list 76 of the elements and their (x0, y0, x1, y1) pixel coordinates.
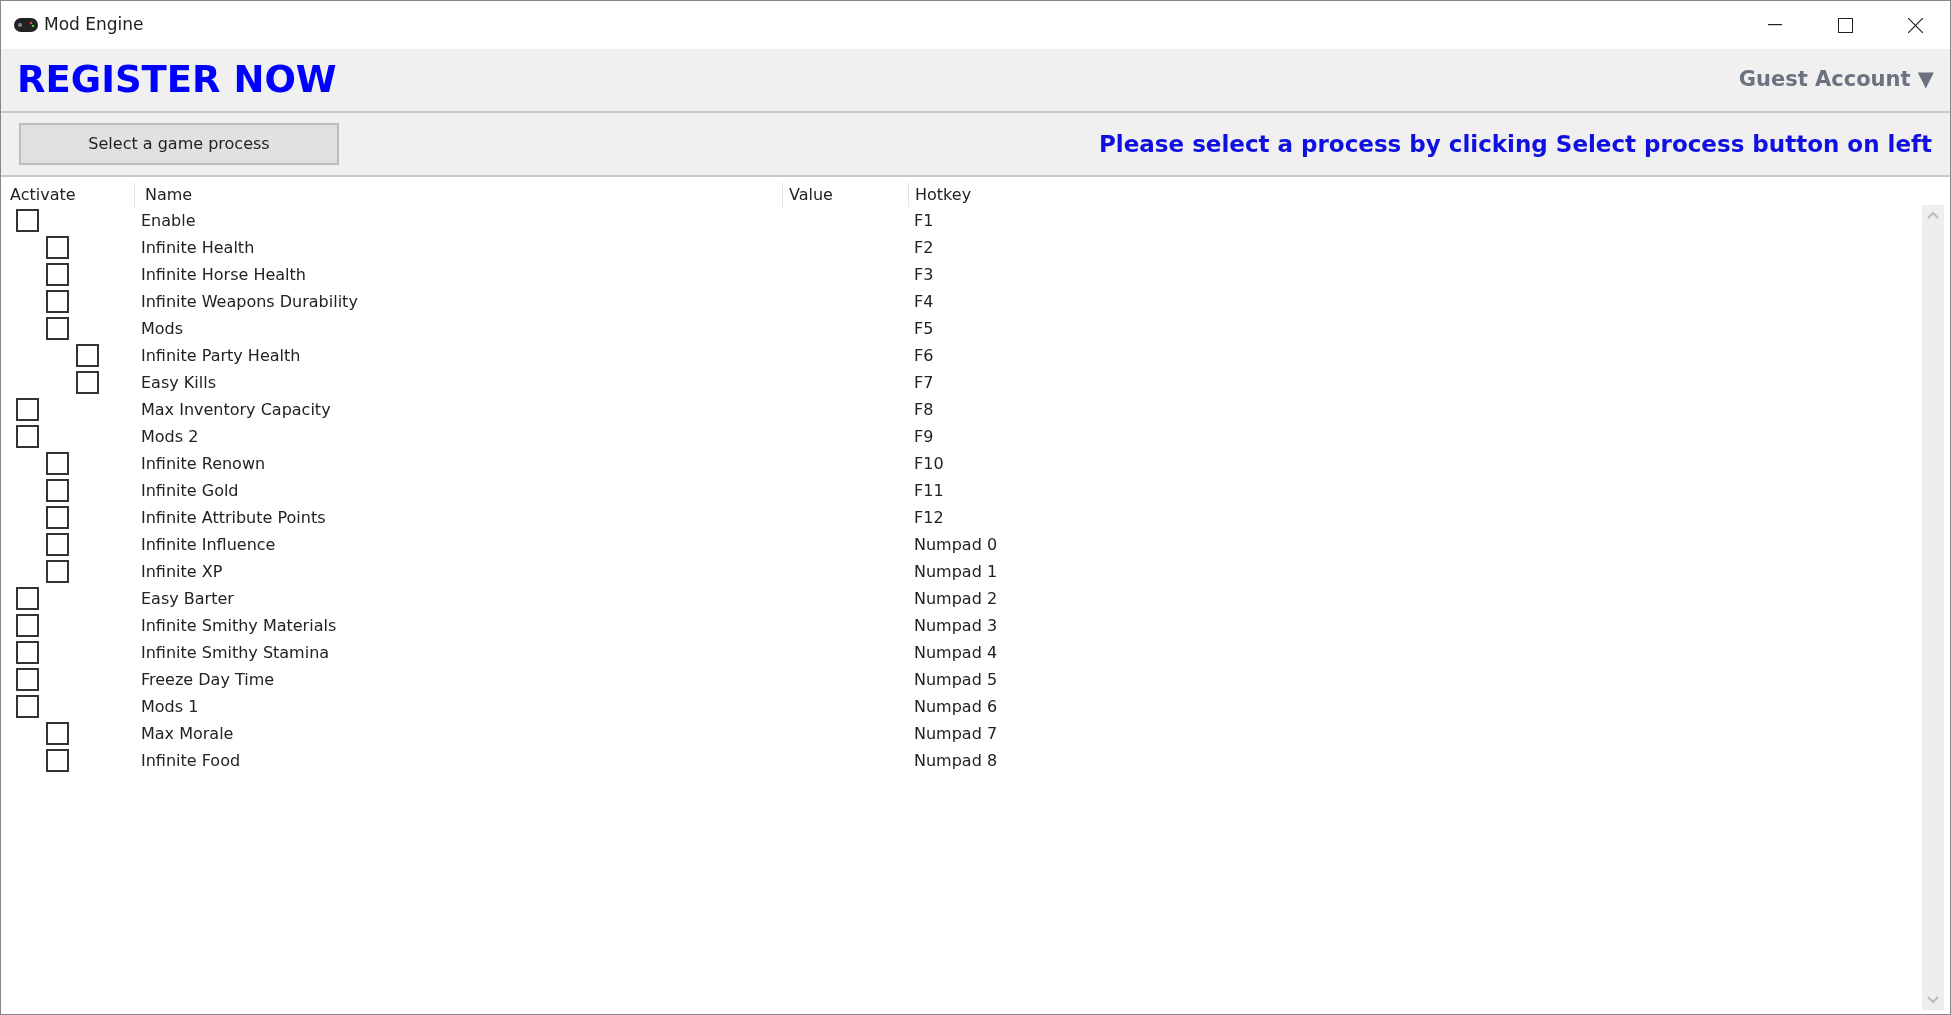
option-name: Mods (141, 317, 185, 340)
checkbox[interactable] (46, 533, 69, 556)
option-name: Infinite Food (141, 749, 242, 772)
select-process-button[interactable]: Select a game process (19, 123, 339, 165)
checkbox[interactable] (16, 695, 39, 718)
column-header[interactable]: Value (783, 183, 909, 207)
hotkey-cell-text: Numpad 1 (914, 560, 998, 583)
option-name: Infinite Gold (141, 479, 240, 502)
register-banner[interactable]: REGISTER NOW (17, 52, 337, 108)
option-name: Infinite Weapons Durability (141, 290, 359, 313)
checkbox[interactable] (46, 290, 69, 313)
hotkey-cell-text: F1 (914, 209, 934, 232)
hotkey-cell-text: F5 (914, 317, 934, 340)
hotkey-cell-text: F4 (914, 290, 934, 313)
option-name: Mods 2 (141, 425, 200, 448)
checkbox[interactable] (76, 371, 99, 394)
checkbox[interactable] (46, 479, 69, 502)
option-name: Infinite Horse Health (141, 263, 307, 286)
close-icon (1907, 17, 1923, 33)
account-dropdown[interactable]: Guest Account ▼ (1738, 64, 1934, 96)
column-header[interactable]: Activate (1, 183, 135, 207)
checkbox[interactable] (16, 641, 39, 664)
maximize-icon (1837, 17, 1853, 33)
checkbox[interactable] (46, 722, 69, 745)
option-name: Infinite XP (141, 560, 224, 583)
status-message: Please select a process by clicking Select process button on left (1098, 129, 1932, 159)
checkbox[interactable] (16, 209, 39, 232)
checkbox[interactable] (46, 560, 69, 583)
option-name: Infinite Party Health (141, 344, 302, 367)
option-name: Max Inventory Capacity (141, 398, 332, 421)
checkbox[interactable] (46, 317, 69, 340)
hotkey-cell-text: Numpad 0 (914, 533, 998, 556)
option-name: Max Morale (141, 722, 235, 745)
hotkey-cell-text: Numpad 4 (914, 641, 998, 664)
option-name: Infinite Attribute Points (141, 506, 327, 529)
option-name: Mods 1 (141, 695, 200, 718)
hotkey-cell-text: Numpad 5 (914, 668, 998, 691)
minimize-icon (1768, 24, 1782, 26)
option-name: Infinite Renown (141, 452, 267, 475)
checkbox[interactable] (16, 668, 39, 691)
column-header[interactable]: Hotkey (909, 183, 1109, 207)
hotkey-cell-text: F6 (914, 344, 934, 367)
option-name: Easy Barter (141, 587, 235, 610)
checkbox[interactable] (16, 587, 39, 610)
option-name: Enable (141, 209, 197, 232)
hotkey-cell-text: F10 (914, 452, 944, 475)
hotkey-cell-text: F11 (914, 479, 944, 502)
option-name: Infinite Influence (141, 533, 277, 556)
hotkey-cell-text: F2 (914, 236, 934, 259)
hotkey-cell-text: Numpad 2 (914, 587, 998, 610)
option-name: Easy Kills (141, 371, 217, 394)
hotkey-cell-text: Numpad 3 (914, 614, 998, 637)
checkbox[interactable] (16, 614, 39, 637)
option-name: Freeze Day Time (141, 668, 276, 691)
hotkey-cell-text: F3 (914, 263, 934, 286)
checkbox[interactable] (16, 398, 39, 421)
gamepad-icon (14, 18, 38, 32)
hotkey-cell-text: F8 (914, 398, 934, 421)
hotkey-cell-text: F7 (914, 371, 934, 394)
hotkey-cell-text: Numpad 6 (914, 695, 998, 718)
checkbox[interactable] (46, 506, 69, 529)
option-name: Infinite Smithy Stamina (141, 641, 331, 664)
window-title: Mod Engine (44, 13, 144, 37)
option-name: Infinite Health (141, 236, 256, 259)
hotkey-cell-text: Numpad 7 (914, 722, 998, 745)
checkbox[interactable] (16, 425, 39, 448)
hotkey-cell-text: F9 (914, 425, 934, 448)
hotkey-cell-text: F12 (914, 506, 944, 529)
column-header[interactable]: Name (135, 183, 783, 207)
checkbox[interactable] (46, 236, 69, 259)
checkbox[interactable] (46, 749, 69, 772)
checkbox[interactable] (76, 344, 99, 367)
option-name: Infinite Smithy Materials (141, 614, 338, 637)
checkbox[interactable] (46, 263, 69, 286)
checkbox[interactable] (46, 452, 69, 475)
hotkey-cell-text: Numpad 8 (914, 749, 998, 772)
